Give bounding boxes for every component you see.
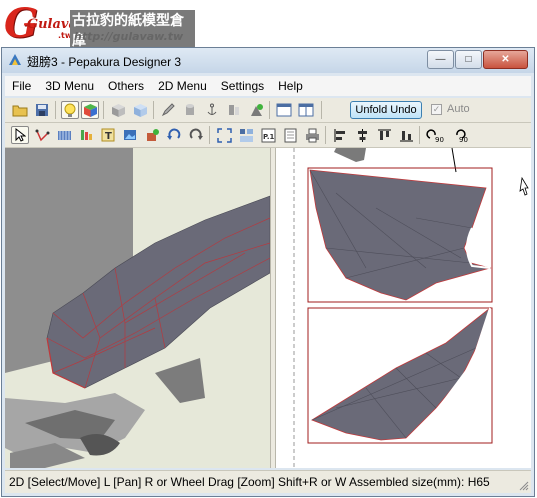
rotate-icon[interactable] xyxy=(165,126,183,144)
menu-others[interactable]: Others xyxy=(101,76,151,96)
print-icon[interactable] xyxy=(303,126,321,144)
image-tool-icon[interactable] xyxy=(121,126,139,144)
add-part-icon[interactable] xyxy=(143,126,161,144)
toolbar-separator xyxy=(269,101,270,119)
rotate-90-left-icon[interactable]: 90 xyxy=(449,126,471,144)
mirror-icon[interactable] xyxy=(187,126,205,144)
window-controls: — □ ✕ xyxy=(427,50,528,69)
rotate-90-right-icon[interactable]: 90 xyxy=(425,126,447,144)
menu-file[interactable]: File xyxy=(5,76,38,96)
pattern-2d-view[interactable] xyxy=(276,148,531,468)
auto-checkbox[interactable]: ✓ xyxy=(431,104,442,115)
align-top-icon[interactable] xyxy=(375,126,393,144)
toolbar-separator xyxy=(325,126,326,144)
align-bottom-icon[interactable] xyxy=(397,126,415,144)
page-number-icon[interactable]: P.1 xyxy=(259,126,277,144)
align-center-icon[interactable] xyxy=(353,126,371,144)
open-folder-icon[interactable] xyxy=(11,101,29,119)
pepakura-app-icon xyxy=(9,54,21,65)
resize-grip-icon[interactable] xyxy=(519,481,529,491)
minimize-button[interactable]: — xyxy=(427,50,454,69)
toolbar-separator xyxy=(103,101,104,119)
unfold-undo-button[interactable]: Unfold Undo xyxy=(350,101,422,119)
toolbar-separator xyxy=(209,126,210,144)
watermark-url: http://gulavaw.tw xyxy=(74,30,184,43)
maximize-button[interactable]: □ xyxy=(455,50,482,69)
cube-gray-icon[interactable] xyxy=(109,101,127,119)
cube-blue-icon[interactable] xyxy=(131,101,149,119)
anchor-icon[interactable] xyxy=(203,101,221,119)
edit-toolbar: T P.1 90 90 xyxy=(5,123,531,148)
svg-text:P.1: P.1 xyxy=(263,133,275,141)
texture-cube-icon[interactable] xyxy=(81,101,99,119)
svg-text:90: 90 xyxy=(459,136,468,143)
select-arrow-icon[interactable] xyxy=(11,126,29,144)
menu-3d[interactable]: 3D Menu xyxy=(38,76,101,96)
split-pane-icon[interactable] xyxy=(297,101,315,119)
align-left-icon[interactable] xyxy=(331,126,349,144)
zoom-fit-icon[interactable] xyxy=(215,126,233,144)
save-disk-icon[interactable] xyxy=(33,101,51,119)
toolbar-separator xyxy=(419,126,420,144)
model-3d-canvas[interactable] xyxy=(5,148,270,468)
cylinder-icon[interactable] xyxy=(181,101,199,119)
measure-icon[interactable] xyxy=(225,101,243,119)
join-edge-icon[interactable] xyxy=(33,126,51,144)
status-text: 2D [Select/Move] L [Pan] R or Wheel Drag… xyxy=(9,475,490,489)
title-bar[interactable]: 翅膀3 - Pepakura Designer 3 — □ ✕ xyxy=(2,48,534,73)
pattern-2d-canvas[interactable] xyxy=(276,148,531,468)
toolbar-separator xyxy=(55,101,56,119)
menu-2d[interactable]: 2D Menu xyxy=(151,76,214,96)
svg-text:90: 90 xyxy=(435,136,444,143)
paint-brush-icon[interactable] xyxy=(77,126,95,144)
arrange-parts-icon[interactable] xyxy=(237,126,255,144)
status-bar: 2D [Select/Move] L [Pan] R or Wheel Drag… xyxy=(5,470,531,493)
auto-label: Auto xyxy=(447,103,470,115)
page-setup-icon[interactable] xyxy=(281,126,299,144)
window-title: 翅膀3 - Pepakura Designer 3 xyxy=(27,55,182,69)
menu-bar: File 3D Menu Others 2D Menu Settings Hel… xyxy=(5,76,531,96)
menu-settings[interactable]: Settings xyxy=(214,76,271,96)
flap-icon[interactable] xyxy=(55,126,73,144)
single-pane-icon[interactable] xyxy=(275,101,293,119)
main-toolbar: Unfold Undo ✓ Auto xyxy=(5,98,531,123)
text-tool-icon[interactable]: T xyxy=(99,126,117,144)
model-3d-view[interactable] xyxy=(5,148,270,468)
toolbar-separator xyxy=(321,101,322,119)
light-bulb-icon[interactable] xyxy=(61,101,79,119)
watermark-banner: G Gulavaw .tw 古拉豹的紙模型倉庫 http://gulavaw.t… xyxy=(0,0,195,50)
toolbar-separator xyxy=(153,101,154,119)
svg-text:T: T xyxy=(105,131,112,142)
app-window: 翅膀3 - Pepakura Designer 3 — □ ✕ File 3D … xyxy=(1,47,535,497)
menu-help[interactable]: Help xyxy=(271,76,310,96)
close-button[interactable]: ✕ xyxy=(483,50,528,69)
color-part-icon[interactable] xyxy=(247,101,265,119)
edge-pencil-icon[interactable] xyxy=(159,101,177,119)
